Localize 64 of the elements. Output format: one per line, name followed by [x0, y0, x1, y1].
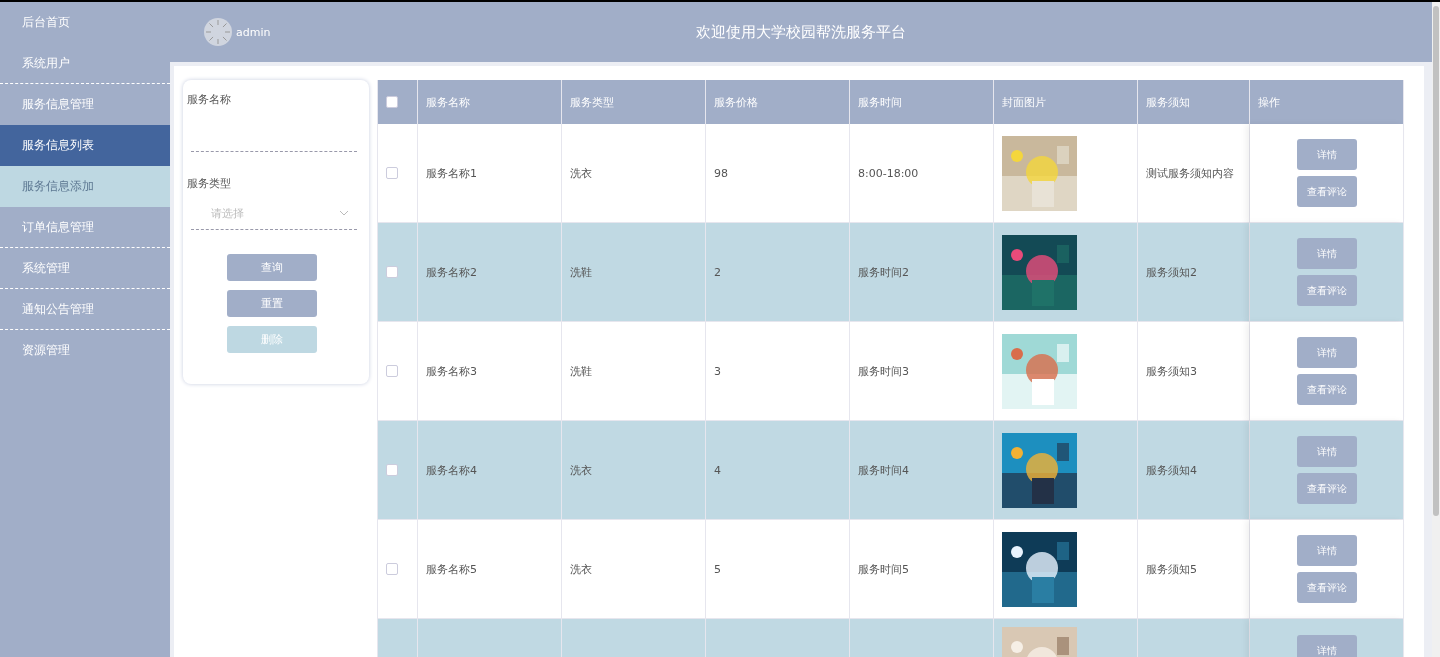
details-button[interactable]: 详情: [1296, 139, 1357, 170]
type-select[interactable]: 请选择: [191, 197, 357, 230]
field-label: 服务名称: [187, 92, 232, 107]
column-header: 操作: [1250, 80, 1404, 124]
column-header: 服务名称: [418, 80, 562, 124]
table-cell: 3: [706, 322, 850, 421]
table-cell: 5: [706, 520, 850, 619]
table-cell: 服务时间4: [850, 421, 994, 520]
reviews-button[interactable]: 查看评论: [1296, 176, 1357, 207]
avatar-icon: [204, 18, 232, 46]
column-header: 服务类型: [562, 80, 706, 124]
row-checkbox[interactable]: [386, 266, 398, 278]
details-button[interactable]: 详情: [1296, 436, 1357, 467]
column-header: 服务须知: [1138, 80, 1250, 124]
table-cell: 洗衣: [562, 421, 706, 520]
reviews-button[interactable]: 查看评论: [1296, 275, 1357, 306]
details-button[interactable]: 详情: [1296, 337, 1357, 368]
action-button[interactable]: 查询: [227, 254, 317, 281]
table-cell: 服务时间3: [850, 322, 994, 421]
table-cell: 洗衣: [562, 520, 706, 619]
table-cell: 服务时间2: [850, 223, 994, 322]
table-cell: 服务须知5: [1138, 520, 1250, 619]
sidebar-item[interactable]: 服务信息管理: [0, 84, 170, 125]
table-cell: 服务名称5: [418, 520, 562, 619]
table-cell: 98: [706, 124, 850, 223]
page-title: 欢迎使用大学校园帮洗服务平台: [695, 22, 908, 42]
table-cell: 洗鞋: [562, 322, 706, 421]
table-cell: 服务名称2: [418, 223, 562, 322]
table-cell: 8:00-18:00: [850, 124, 994, 223]
table-cell: 2: [706, 223, 850, 322]
reviews-button[interactable]: 查看评论: [1296, 572, 1357, 603]
table-cell: 服务名称3: [418, 322, 562, 421]
reviews-button[interactable]: 查看评论: [1296, 374, 1357, 405]
details-button[interactable]: 详情: [1296, 238, 1357, 269]
column-header: 封面图片: [994, 80, 1138, 124]
column-header: 服务价格: [706, 80, 850, 124]
details-button[interactable]: 详情: [1296, 635, 1357, 657]
column-header: 服务时间: [850, 80, 994, 124]
details-button[interactable]: 详情: [1296, 535, 1357, 566]
sidebar-item[interactable]: 后台首页: [0, 2, 170, 43]
sidebar-item[interactable]: 服务信息添加: [0, 166, 170, 207]
user-name: admin: [236, 25, 271, 39]
sidebar-item[interactable]: 服务信息列表: [0, 125, 170, 166]
table-cell: 服务时间5: [850, 520, 994, 619]
table-cell: 4: [706, 421, 850, 520]
table-cell: 服务须知3: [1138, 322, 1250, 421]
action-button[interactable]: 重置: [227, 290, 317, 317]
row-checkbox[interactable]: [386, 365, 398, 377]
row-checkbox[interactable]: [386, 563, 398, 575]
sidebar-item[interactable]: 资源管理: [0, 330, 170, 371]
table-cell: 服务须知2: [1138, 223, 1250, 322]
reviews-button[interactable]: 查看评论: [1296, 473, 1357, 504]
table-cell: 测试服务须知内容: [1138, 124, 1250, 223]
row-checkbox[interactable]: [386, 167, 398, 179]
scrollbar-thumb[interactable]: [1433, 6, 1439, 516]
chevron-icon: [339, 210, 349, 216]
field-label: 服务类型: [187, 176, 232, 191]
table-cell: 服务名称1: [418, 124, 562, 223]
row-checkbox[interactable]: [386, 464, 398, 476]
select-all-checkbox[interactable]: [386, 96, 398, 108]
table-cell: 洗衣: [562, 124, 706, 223]
table-cell: 洗鞋: [562, 223, 706, 322]
table-cell: 服务须知4: [1138, 421, 1250, 520]
table-cell: 服务名称4: [418, 421, 562, 520]
